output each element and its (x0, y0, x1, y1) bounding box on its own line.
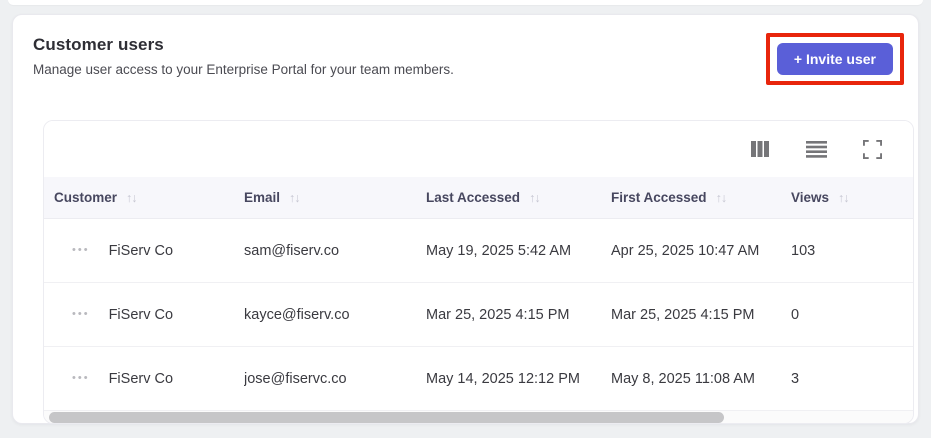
table-row: ••• FiServ Co kayce@fiserv.co Mar 25, 20… (44, 283, 913, 347)
fullscreen-icon[interactable] (855, 132, 889, 166)
last-accessed-cell: Mar 25, 2025 4:15 PM (426, 306, 570, 323)
views-cell: 103 (791, 242, 816, 259)
customer-cell: ••• FiServ Co (44, 305, 244, 324)
column-header-label: Email (244, 190, 281, 205)
row-menu-ellipsis-icon[interactable]: ••• (70, 369, 92, 388)
sort-arrows-icon[interactable]: ↑↓ (289, 191, 300, 205)
density-icon[interactable] (799, 132, 833, 166)
column-header-email[interactable]: Email ↑↓ (244, 190, 426, 205)
horizontal-scrollbar-track[interactable] (44, 411, 913, 423)
column-header-label: Last Accessed (426, 190, 521, 205)
customer-cell: ••• FiServ Co (44, 369, 244, 388)
customer-cell: ••• FiServ Co (44, 241, 244, 260)
first-accessed-cell: Apr 25, 2025 10:47 AM (611, 242, 760, 259)
customer-users-card: Customer users Manage user access to you… (12, 14, 919, 424)
table-header-row: Customer ↑↓ Email ↑↓ Last Accessed ↑↓ Fi… (44, 177, 913, 219)
sort-arrows-icon[interactable]: ↑↓ (716, 191, 727, 205)
customer-name: FiServ Co (108, 306, 174, 323)
red-highlight-annotation: + Invite user (765, 33, 904, 85)
page-subtitle: Manage user access to your Enterprise Po… (33, 62, 454, 77)
column-header-last_accessed[interactable]: Last Accessed ↑↓ (426, 190, 611, 205)
row-menu-ellipsis-icon[interactable]: ••• (70, 305, 92, 324)
previous-card-edge (8, 0, 923, 5)
horizontal-scrollbar-thumb[interactable] (49, 412, 724, 423)
sort-arrows-icon[interactable]: ↑↓ (838, 191, 849, 205)
column-header-label: Customer (54, 190, 118, 205)
column-header-views[interactable]: Views ↑↓ (791, 190, 913, 205)
column-header-label: First Accessed (611, 190, 707, 205)
table-row: ••• FiServ Co jose@fiservc.co May 14, 20… (44, 347, 913, 411)
last-accessed-cell: May 14, 2025 12:12 PM (426, 370, 580, 387)
first-accessed-cell: Mar 25, 2025 4:15 PM (611, 306, 755, 323)
table-toolbar (44, 121, 913, 177)
email-cell: jose@fiservc.co (244, 370, 347, 387)
table-row: ••• FiServ Co sam@fiserv.co May 19, 2025… (44, 219, 913, 283)
invite-user-button[interactable]: + Invite user (776, 43, 893, 75)
first-accessed-cell: May 8, 2025 11:08 AM (611, 370, 756, 387)
views-cell: 3 (791, 370, 800, 387)
column-header-label: Views (791, 190, 830, 205)
customer-name: FiServ Co (108, 370, 174, 387)
columns-icon[interactable] (743, 132, 777, 166)
sort-arrows-icon[interactable]: ↑↓ (126, 191, 137, 205)
card-header-text: Customer users Manage user access to you… (33, 35, 454, 77)
customer-name: FiServ Co (108, 242, 174, 259)
last-accessed-cell: May 19, 2025 5:42 AM (426, 242, 572, 259)
table-body: ••• FiServ Co sam@fiserv.co May 19, 2025… (44, 219, 913, 411)
users-table-panel: Customer ↑↓ Email ↑↓ Last Accessed ↑↓ Fi… (43, 120, 914, 424)
sort-arrows-icon[interactable]: ↑↓ (529, 191, 540, 205)
column-header-first_accessed[interactable]: First Accessed ↑↓ (611, 190, 791, 205)
email-cell: sam@fiserv.co (244, 242, 340, 259)
column-header-customer[interactable]: Customer ↑↓ (44, 190, 244, 205)
views-cell: 0 (791, 306, 800, 323)
row-menu-ellipsis-icon[interactable]: ••• (70, 241, 92, 260)
card-header: Customer users Manage user access to you… (13, 15, 918, 85)
page-title: Customer users (33, 35, 164, 54)
email-cell: kayce@fiserv.co (244, 306, 350, 323)
